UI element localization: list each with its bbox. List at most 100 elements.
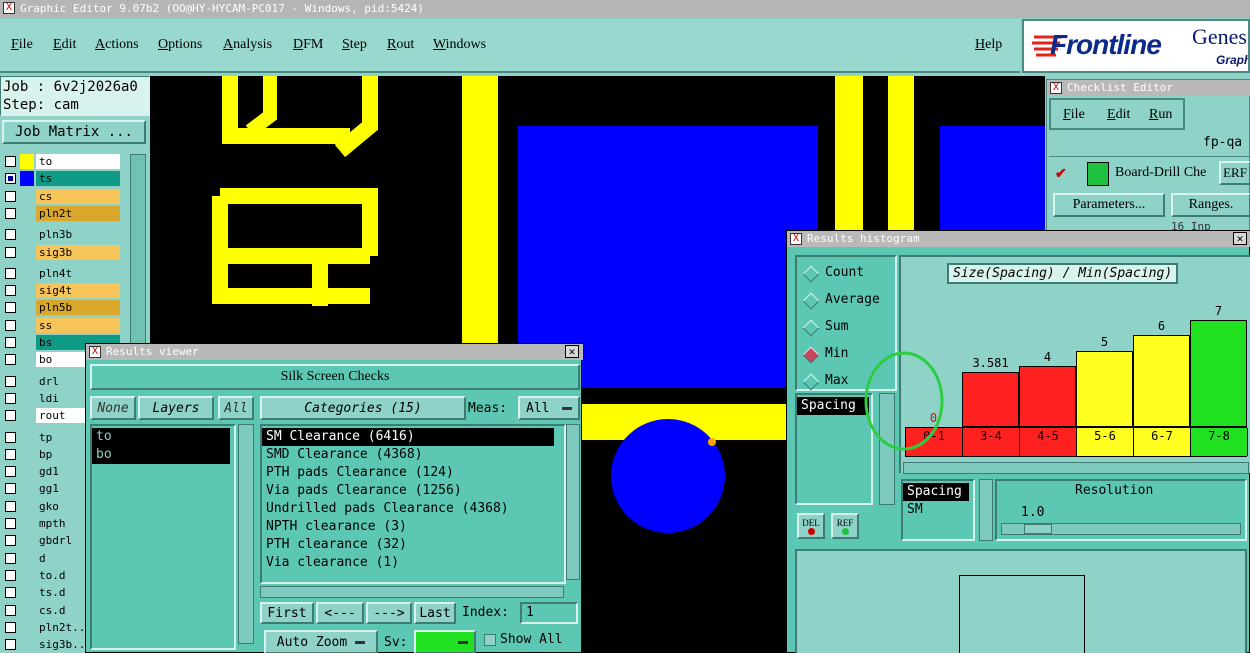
category-item[interactable]: Via pads Clearance (1256) — [262, 482, 564, 500]
auto-zoom-button[interactable]: Auto Zoom — [264, 630, 378, 653]
layer-name[interactable]: to — [36, 154, 120, 169]
layer-color-swatch[interactable] — [20, 603, 34, 618]
resolution-slider[interactable] — [1001, 523, 1241, 535]
layer-checkbox[interactable] — [5, 156, 16, 167]
layer-color-swatch[interactable] — [20, 227, 34, 242]
category-item[interactable]: PTH clearance (32) — [262, 536, 564, 554]
category-item[interactable]: SM Clearance (6416) — [262, 428, 554, 446]
layer-name[interactable]: ss — [36, 317, 120, 333]
histogram-close-button[interactable]: ✕ — [1233, 232, 1247, 245]
category-item[interactable]: Via clearance (1) — [262, 554, 564, 572]
mode-radio-average[interactable] — [802, 292, 820, 310]
histogram-bar[interactable] — [1019, 365, 1076, 427]
category-item[interactable]: Undrilled pads Clearance (4368) — [262, 500, 564, 518]
layer-checkbox[interactable] — [5, 500, 16, 512]
layer-checkbox[interactable] — [5, 552, 16, 564]
spacing-list-item[interactable]: Spacing — [903, 483, 969, 501]
layer-color-swatch[interactable] — [20, 533, 34, 548]
resolution-slider-thumb[interactable] — [1024, 524, 1052, 534]
layer-checkbox[interactable] — [5, 229, 16, 241]
layer-color-swatch[interactable] — [20, 206, 34, 221]
ref-button[interactable]: REF — [831, 513, 859, 539]
histogram-bin-label[interactable]: 5-6 — [1077, 428, 1134, 456]
categories-button[interactable]: Categories (15) — [260, 396, 466, 420]
mode-radio-max[interactable] — [802, 373, 820, 391]
layers-button[interactable]: Layers — [138, 396, 214, 420]
layer-color-swatch[interactable] — [20, 374, 34, 389]
layer-color-swatch[interactable] — [20, 266, 34, 281]
index-input[interactable]: 1 — [520, 602, 578, 624]
last-button[interactable]: Last — [414, 602, 456, 624]
layer-checkbox[interactable] — [5, 410, 16, 422]
layer-row[interactable]: to — [2, 154, 120, 169]
menu-dfm[interactable]: DFM — [293, 37, 323, 53]
layer-checkbox[interactable] — [5, 302, 16, 314]
layer-color-swatch[interactable] — [20, 283, 34, 298]
spacing-list[interactable]: Spacing SM — [901, 479, 975, 541]
category-item[interactable]: NPTH clearance (3) — [262, 518, 564, 536]
spacing-list-scrollbar[interactable] — [979, 479, 993, 541]
layer-name[interactable]: pln3b — [36, 227, 120, 243]
category-list-scrollbar[interactable] — [566, 424, 580, 580]
menu-help[interactable]: Help — [975, 37, 1002, 53]
viewer-layer-scrollbar[interactable] — [238, 424, 254, 644]
next-button[interactable]: ---> — [366, 602, 412, 624]
layer-color-swatch[interactable] — [20, 335, 34, 350]
histogram-bin-label[interactable]: 7-8 — [1191, 428, 1248, 456]
layer-checkbox[interactable] — [5, 587, 16, 599]
layer-row[interactable]: pln3b — [2, 227, 120, 243]
layer-name[interactable]: pln5b — [36, 300, 120, 316]
checklist-row[interactable]: ✔ Board-Drill Che ERF — [1049, 156, 1250, 188]
layer-checkbox[interactable] — [5, 354, 16, 366]
histogram-bar[interactable] — [962, 372, 1019, 427]
type-list-item[interactable]: Spacing — [797, 397, 869, 415]
layer-color-swatch[interactable] — [20, 516, 34, 531]
histogram-bar[interactable] — [1076, 350, 1133, 427]
category-list[interactable]: SM Clearance (6416) SMD Clearance (4368) P… — [260, 424, 566, 584]
layer-color-swatch[interactable] — [20, 568, 34, 583]
layer-checkbox[interactable] — [5, 535, 16, 547]
mode-radio-count[interactable] — [802, 265, 820, 283]
mode-radio-sum[interactable] — [802, 319, 820, 337]
layer-name[interactable]: ts — [36, 171, 120, 187]
viewer-layer-list[interactable]: to bo — [90, 424, 236, 650]
meas-dropdown[interactable]: All — [518, 396, 580, 420]
viewer-layer-item[interactable]: bo — [92, 446, 230, 464]
menu-analysis[interactable]: Analysis — [223, 37, 272, 53]
menu-edit[interactable]: Edit — [53, 37, 76, 53]
layer-row[interactable]: sig3b — [2, 244, 120, 260]
layer-name[interactable]: pln2t — [36, 205, 120, 221]
layer-color-swatch[interactable] — [20, 481, 34, 496]
layer-color-swatch[interactable] — [20, 585, 34, 600]
menu-actions[interactable]: Actions — [95, 37, 139, 53]
menu-options[interactable]: Options — [158, 37, 202, 53]
chart-hscroll[interactable] — [903, 462, 1249, 474]
checklist-menu-run[interactable]: Run — [1149, 107, 1172, 123]
prev-button[interactable]: <--- — [316, 602, 364, 624]
layer-color-swatch[interactable] — [20, 391, 34, 406]
layer-color-swatch[interactable] — [20, 499, 34, 514]
layer-checkbox[interactable] — [5, 483, 16, 495]
category-item[interactable]: PTH pads Clearance (124) — [262, 464, 564, 482]
layer-checkbox[interactable] — [5, 639, 16, 651]
layer-checkbox[interactable] — [5, 518, 16, 529]
layer-row[interactable]: sig4t — [2, 283, 120, 299]
parameters-button[interactable]: Parameters... — [1053, 193, 1165, 217]
layer-color-swatch[interactable] — [20, 637, 34, 652]
layer-checkbox[interactable] — [5, 267, 16, 279]
layer-name[interactable]: pln4t — [36, 265, 120, 281]
layer-row[interactable]: pln2t — [2, 205, 120, 221]
layer-checkbox[interactable] — [5, 431, 16, 443]
mode-radio-min[interactable] — [802, 346, 820, 364]
layer-row[interactable]: pln5b — [2, 300, 120, 316]
menu-rout[interactable]: Rout — [387, 37, 414, 53]
layer-checkbox[interactable] — [5, 246, 16, 258]
menu-file[interactable]: File — [11, 37, 33, 53]
menu-step[interactable]: Step — [342, 37, 367, 53]
layer-color-swatch[interactable] — [20, 245, 34, 260]
layer-color-swatch[interactable] — [20, 620, 34, 635]
layer-checkbox[interactable] — [5, 337, 16, 348]
layer-color-swatch[interactable] — [20, 352, 34, 367]
layer-color-swatch[interactable] — [20, 408, 34, 423]
layer-checkbox[interactable] — [5, 604, 16, 616]
